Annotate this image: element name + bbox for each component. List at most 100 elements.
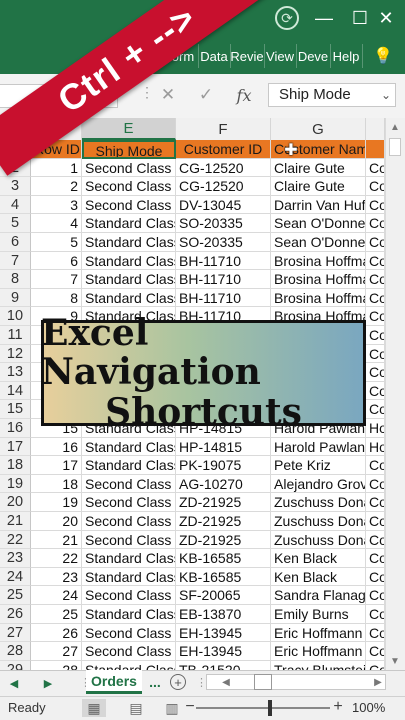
table-cell[interactable]: Emily Burns [271,605,366,624]
table-cell[interactable]: Ken Black [271,567,366,587]
table-cell[interactable]: Brosina Hoffman [271,270,366,289]
table-cell[interactable]: Co [366,530,385,550]
table-cell[interactable]: BH-11710 [176,270,271,289]
row-header[interactable]: 21 [0,512,31,531]
table-cell[interactable]: Harold Pawlan [271,437,366,457]
tab-help[interactable]: Help [330,44,363,68]
table-cell[interactable]: Second Class [82,530,176,550]
row-header[interactable]: 24 [0,567,31,587]
row-header[interactable]: 16 [0,419,31,438]
table-cell[interactable]: Eric Hoffmann [271,642,366,661]
page-layout-icon[interactable]: ▤ [124,699,148,717]
table-cell[interactable]: Second Class [82,642,176,661]
table-cell[interactable]: Co [366,233,385,252]
table-cell[interactable]: Second Class [82,474,176,494]
table-cell[interactable]: Co [366,177,385,196]
row-header[interactable]: 14 [0,381,31,401]
table-cell[interactable]: 19 [31,493,82,512]
table-cell[interactable]: Co [366,288,385,308]
table-cell[interactable]: Ken Black [271,549,366,568]
table-cell[interactable]: Co [366,474,385,494]
table-cell[interactable]: Brosina Hoffman [271,251,366,271]
table-cell[interactable]: Co [366,251,385,271]
table-cell[interactable]: KB-16585 [176,567,271,587]
scroll-thumb[interactable] [389,138,401,156]
table-cell[interactable]: Second Class [82,158,176,178]
table-cell[interactable]: AG-10270 [176,474,271,494]
table-cell[interactable]: Darrin Van Huff [271,195,366,215]
table-cell[interactable]: Co [366,456,385,475]
table-cell[interactable]: Co [366,623,385,643]
table-cell[interactable]: Ho [366,419,385,438]
table-cell[interactable]: SO-20335 [176,214,271,233]
expand-formula-icon[interactable]: ⌄ [376,83,396,107]
row-header[interactable]: 18 [0,456,31,475]
scroll-right-icon[interactable]: ▶ [370,675,386,689]
zoom-in-button[interactable]: + [331,698,345,716]
table-cell[interactable]: EH-13945 [176,623,271,643]
table-cell[interactable]: Second Class [82,177,176,196]
scroll-up-icon[interactable]: ▲ [385,118,405,136]
row-header[interactable]: 17 [0,437,31,457]
table-cell[interactable]: 4 [31,214,82,233]
table-cell[interactable]: Co [366,195,385,215]
table-cell[interactable]: Zuschuss Donat [271,512,366,531]
table-cell[interactable]: SF-20065 [176,586,271,605]
zoom-slider-thumb[interactable] [267,700,272,716]
table-cell[interactable]: Co [366,567,385,587]
horizontal-scroll-thumb[interactable] [254,674,272,690]
cancel-icon[interactable]: ✕ [156,82,180,108]
table-cell[interactable]: Co [366,642,385,661]
table-cell[interactable]: Sean O'Donnell [271,214,366,233]
table-cell[interactable]: HP-14815 [176,437,271,457]
table-cell[interactable]: Co [366,270,385,289]
header-cell[interactable]: Ship Mode [82,140,176,159]
sheet-tab-orders[interactable]: Orders [86,670,142,694]
tab-review[interactable]: Revie [230,44,265,68]
table-cell[interactable]: Co [366,214,385,233]
table-cell[interactable]: Co [366,363,385,382]
tab-view[interactable]: View [264,44,297,68]
table-cell[interactable]: Co [366,605,385,624]
table-cell[interactable]: Tracy Blumstein [271,660,366,670]
table-cell[interactable]: Standard Class [82,437,176,457]
row-header[interactable]: 3 [0,177,31,196]
column-header-e[interactable]: E [82,118,176,140]
minimize-icon[interactable]: — [304,4,344,32]
table-cell[interactable]: Co [366,512,385,531]
table-cell[interactable]: Co [366,307,385,326]
row-header[interactable]: 22 [0,530,31,550]
table-cell[interactable]: Standard Class [82,251,176,271]
table-cell[interactable]: 16 [31,437,82,457]
row-header[interactable]: 7 [0,251,31,271]
table-cell[interactable]: Co [366,381,385,401]
table-cell[interactable]: Standard Class [82,270,176,289]
scroll-down-icon[interactable]: ▼ [385,652,405,670]
scroll-left-icon[interactable]: ◀ [218,675,234,689]
row-header[interactable]: 10 [0,307,31,326]
table-cell[interactable]: 1 [31,158,82,178]
table-cell[interactable]: 6 [31,251,82,271]
zoom-out-button[interactable]: − [184,698,196,716]
table-cell[interactable]: Ho [366,437,385,457]
lightbulb-icon[interactable]: 💡 [372,44,394,68]
table-cell[interactable]: Co [366,549,385,568]
table-cell[interactable]: 25 [31,605,82,624]
row-header[interactable]: 8 [0,270,31,289]
row-header[interactable]: 27 [0,623,31,643]
table-cell[interactable]: Pete Kriz [271,456,366,475]
table-cell[interactable]: CG-12520 [176,158,271,178]
table-cell[interactable]: 26 [31,623,82,643]
row-header[interactable]: 13 [0,363,31,382]
zoom-level[interactable]: 100% [352,700,385,715]
row-header[interactable]: 4 [0,195,31,215]
table-cell[interactable]: 2 [31,177,82,196]
table-cell[interactable]: Zuschuss Donat [271,493,366,512]
table-cell[interactable]: Second Class [82,493,176,512]
row-header[interactable]: 15 [0,400,31,419]
zoom-slider[interactable] [196,707,330,709]
tab-data[interactable]: Data [198,44,231,68]
row-header[interactable]: 29 [0,660,31,670]
table-cell[interactable]: KB-16585 [176,549,271,568]
table-cell[interactable]: Standard Class [82,567,176,587]
